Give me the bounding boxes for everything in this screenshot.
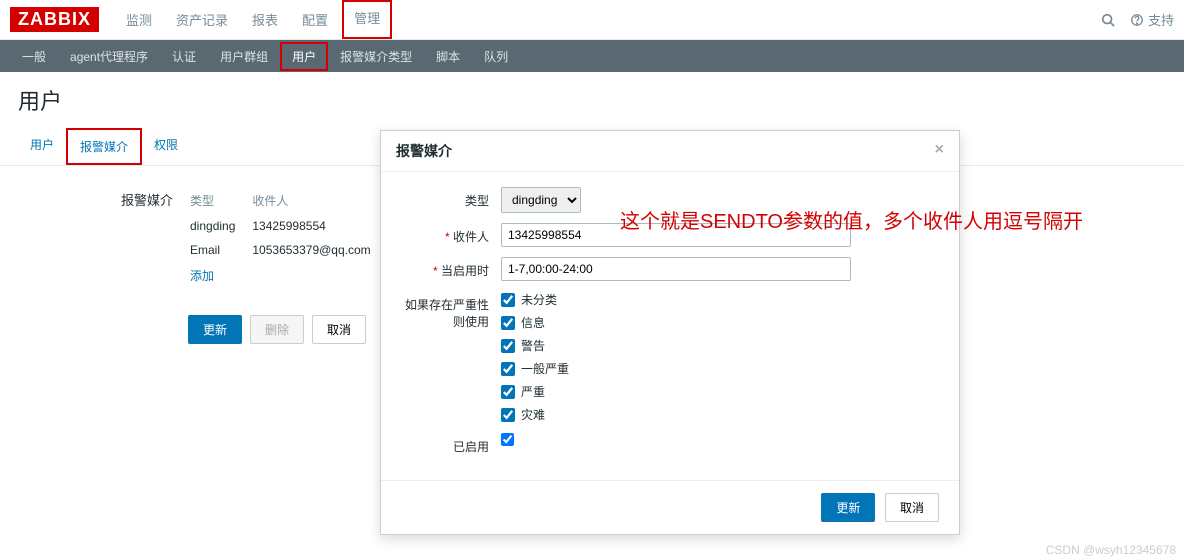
enabled-checkbox[interactable] xyxy=(501,433,514,446)
check-disaster[interactable]: 灾难 xyxy=(501,406,939,423)
cancel-button[interactable]: 取消 xyxy=(312,315,366,344)
annotation-text: 这个就是SENDTO参数的值，多个收件人用逗号隔开 xyxy=(620,205,1083,234)
tab-permissions[interactable]: 权限 xyxy=(142,128,190,165)
watermark: CSDN @wsyh12345678 xyxy=(1046,543,1176,557)
enabledtime-input[interactable] xyxy=(501,257,851,281)
table-row: dingding 13425998554 xyxy=(190,215,386,237)
top-nav: 监测 资产记录 报表 配置 管理 xyxy=(114,0,394,39)
search-icon[interactable] xyxy=(1101,13,1115,27)
check-info[interactable]: 信息 xyxy=(501,314,939,331)
nav-config[interactable]: 配置 xyxy=(290,0,340,39)
modal-cancel-button[interactable]: 取消 xyxy=(885,493,939,522)
top-right: 支持 xyxy=(1101,10,1174,29)
media-label: 报警媒介 xyxy=(18,186,188,344)
close-icon[interactable]: × xyxy=(935,141,944,161)
subnav-agent[interactable]: agent代理程序 xyxy=(58,40,160,73)
subnav-auth[interactable]: 认证 xyxy=(160,40,208,73)
media-table: 类型 收件人 dingding 13425998554 Email 105365… xyxy=(188,186,388,290)
nav-inventory[interactable]: 资产记录 xyxy=(164,0,240,39)
check-high[interactable]: 严重 xyxy=(501,383,939,400)
recipient-label: * 收件人 xyxy=(401,223,501,245)
modal-header: 报警媒介 × xyxy=(381,131,959,172)
nav-reports[interactable]: 报表 xyxy=(240,0,290,39)
support-link[interactable]: 支持 xyxy=(1130,10,1174,29)
enabled-label: 已启用 xyxy=(401,433,501,455)
type-select[interactable]: dingding xyxy=(501,187,581,213)
delete-button: 删除 xyxy=(250,315,304,344)
col-recipient: 收件人 xyxy=(252,188,385,213)
subnav-mediatypes[interactable]: 报警媒介类型 xyxy=(328,40,424,73)
check-warning[interactable]: 警告 xyxy=(501,337,939,354)
sub-nav-bar: 一般 agent代理程序 认证 用户群组 用户 报警媒介类型 脚本 队列 xyxy=(0,40,1184,72)
severity-label: 如果存在严重性则使用 xyxy=(401,291,501,330)
subnav-usergroups[interactable]: 用户群组 xyxy=(208,40,280,73)
check-unclassified[interactable]: 未分类 xyxy=(501,291,939,308)
modal-footer: 更新 取消 xyxy=(381,480,959,534)
enabledtime-label: * 当启用时 xyxy=(401,257,501,279)
subnav-users[interactable]: 用户 xyxy=(280,42,328,71)
col-type: 类型 xyxy=(190,188,250,213)
severity-checks: 未分类 信息 警告 一般严重 严重 灾难 xyxy=(501,291,939,423)
page-title: 用户 xyxy=(0,72,1184,128)
update-button[interactable]: 更新 xyxy=(188,315,242,344)
type-label: 类型 xyxy=(401,187,501,209)
tab-media[interactable]: 报警媒介 xyxy=(66,128,142,165)
help-icon xyxy=(1130,13,1144,27)
subnav-general[interactable]: 一般 xyxy=(10,40,58,73)
modal-update-button[interactable]: 更新 xyxy=(821,493,875,522)
top-bar: ZABBIX 监测 资产记录 报表 配置 管理 支持 xyxy=(0,0,1184,40)
logo: ZABBIX xyxy=(10,7,99,32)
table-row: Email 1053653379@qq.com xyxy=(190,239,386,261)
nav-admin[interactable]: 管理 xyxy=(342,0,392,39)
subnav-queue[interactable]: 队列 xyxy=(472,40,520,73)
subnav-scripts[interactable]: 脚本 xyxy=(424,40,472,73)
modal-title: 报警媒介 xyxy=(396,141,452,161)
check-average[interactable]: 一般严重 xyxy=(501,360,939,377)
nav-monitoring[interactable]: 监测 xyxy=(114,0,164,39)
add-link[interactable]: 添加 xyxy=(190,269,214,283)
modal: 报警媒介 × 类型 dingding * 收件人 * 当启用时 如果存在严重性则… xyxy=(380,130,960,535)
tab-user[interactable]: 用户 xyxy=(18,128,66,165)
